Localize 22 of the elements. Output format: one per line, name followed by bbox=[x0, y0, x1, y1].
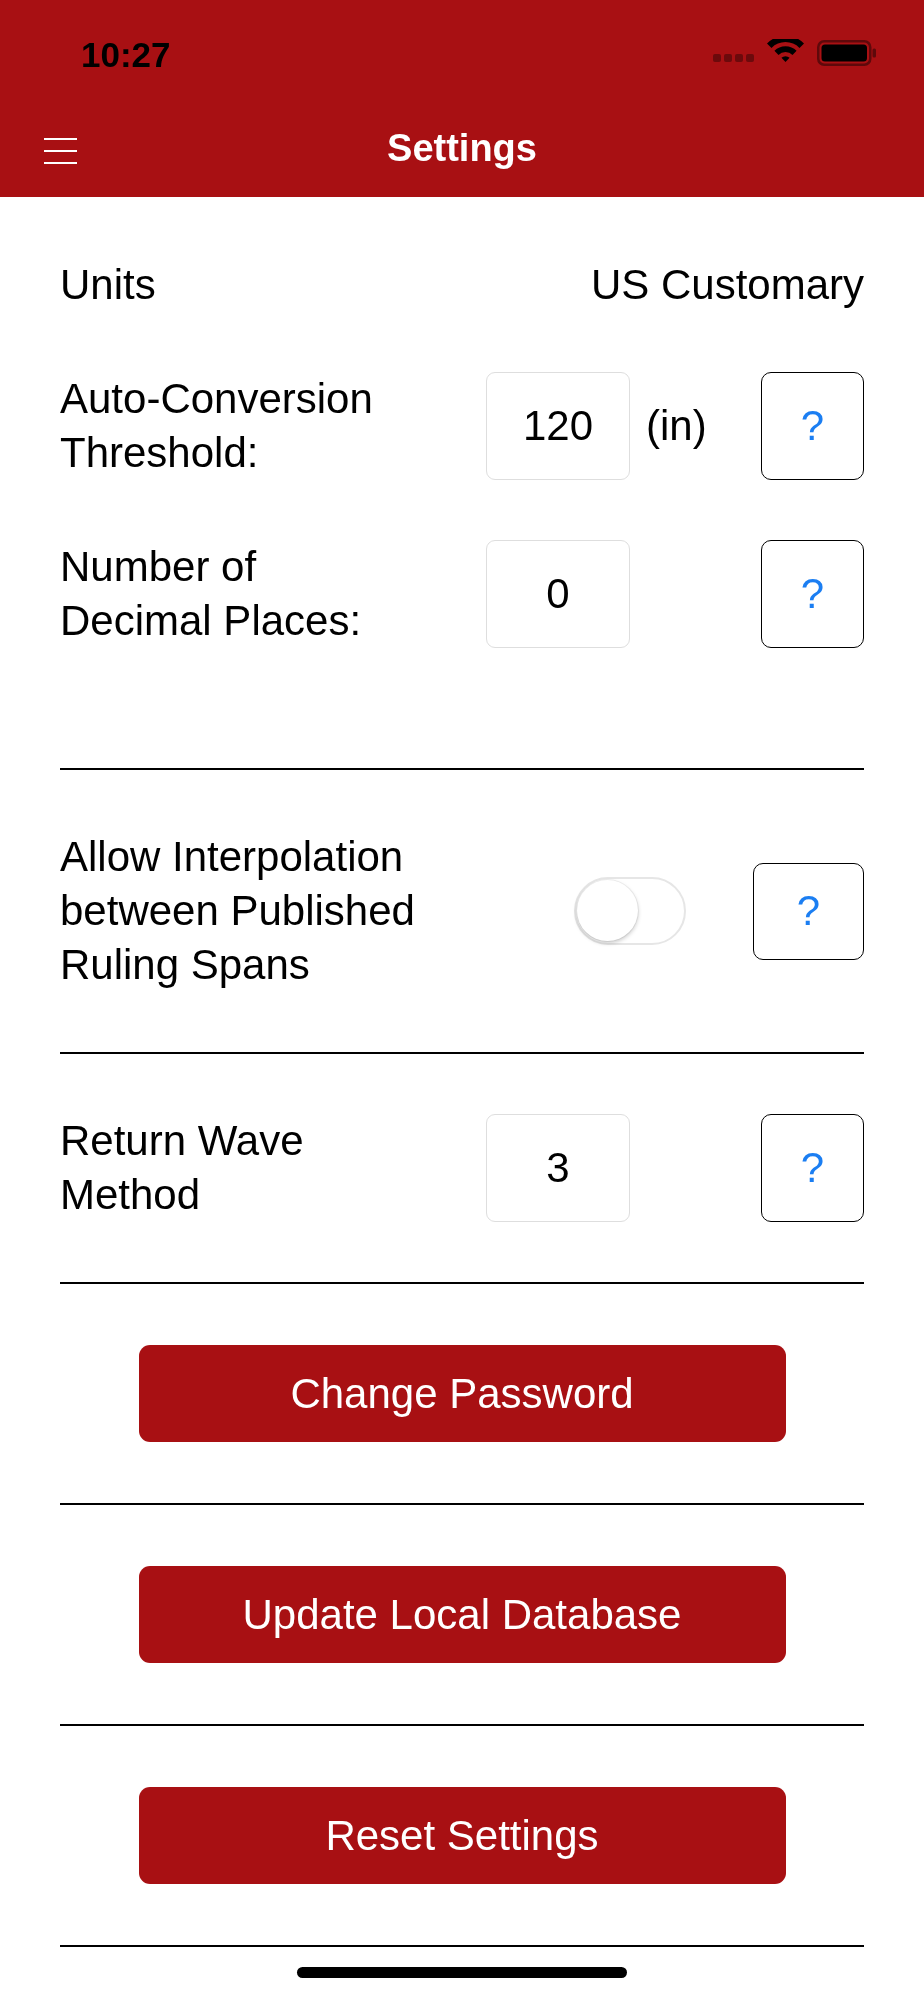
action-button[interactable]: Update Local Database bbox=[138, 1566, 786, 1663]
setting-label: Units bbox=[60, 260, 156, 310]
signal-icon bbox=[713, 53, 754, 62]
setting-label: Auto-Conversion Threshold: bbox=[60, 374, 374, 478]
number-field[interactable]: 120 bbox=[486, 372, 630, 480]
nav-title: Settings bbox=[387, 126, 537, 171]
help-button[interactable]: ? bbox=[761, 540, 864, 648]
action-button[interactable]: Reset Settings bbox=[138, 1787, 786, 1884]
menu-icon[interactable] bbox=[44, 138, 77, 164]
number-field[interactable]: 3 bbox=[486, 1114, 630, 1222]
battery-icon bbox=[817, 39, 876, 66]
setting-label: Number of Decimal Places: bbox=[60, 542, 363, 646]
help-button[interactable]: ? bbox=[753, 862, 864, 960]
help-button[interactable]: ? bbox=[761, 372, 864, 480]
unit-label: (in) bbox=[646, 402, 707, 449]
status-time: 10:27 bbox=[81, 34, 171, 75]
help-button[interactable]: ? bbox=[761, 1114, 864, 1222]
setting-label: Allow Interpolation between Published Ruling Spans bbox=[60, 832, 416, 990]
setting-value: US Customary bbox=[590, 260, 864, 310]
number-field[interactable]: 0 bbox=[486, 540, 630, 648]
setting-label: Return Wave Method bbox=[60, 1116, 305, 1220]
action-button[interactable]: Change Password bbox=[138, 1345, 786, 1442]
